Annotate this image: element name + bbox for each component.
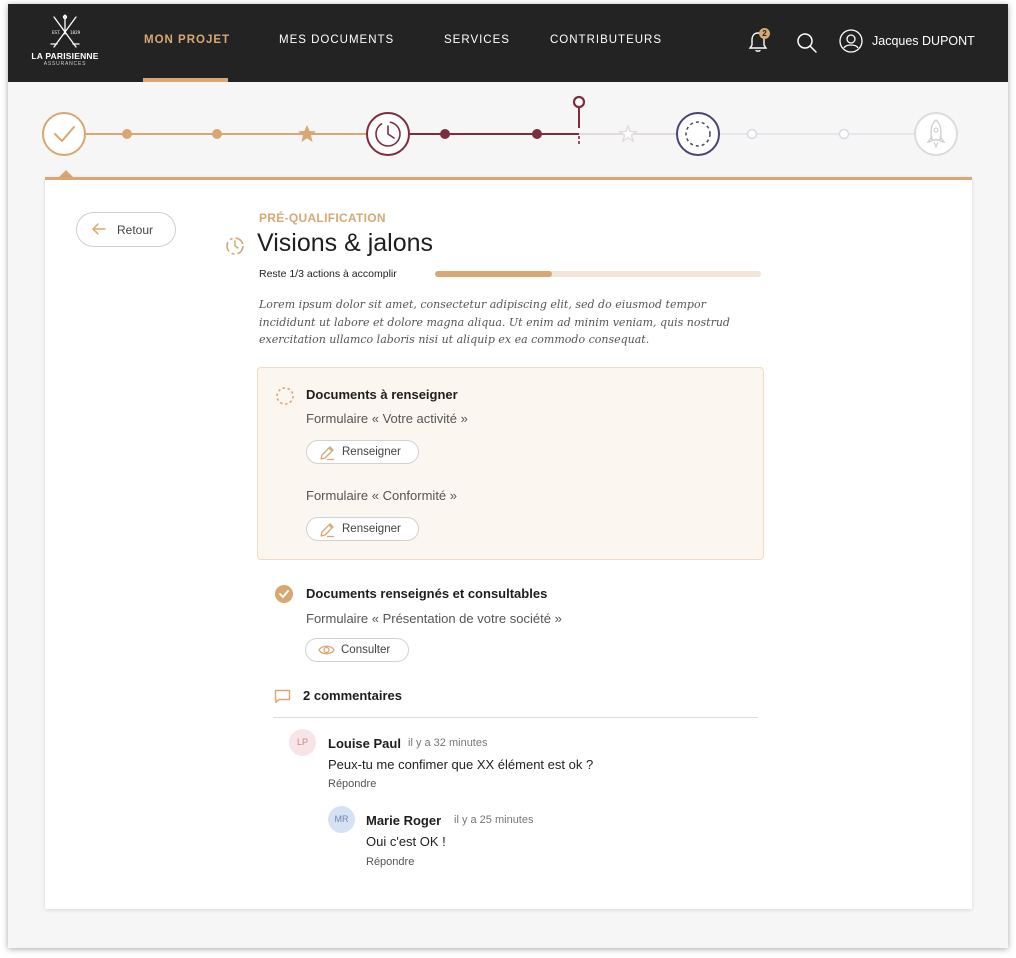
step-category: PRÉ-QUALIFICATION — [259, 211, 386, 225]
fill-form-button-label: Renseigner — [342, 523, 401, 535]
progress-bar-fill — [435, 271, 553, 277]
brand-logo[interactable]: EST. 1829 LA PARISIENNE ASSURANCES — [28, 14, 102, 72]
comments-divider — [273, 717, 758, 718]
comment-author: Marie Roger — [366, 813, 442, 828]
brand-name: LA PARISIENNE — [31, 51, 99, 61]
in-progress-icon — [226, 237, 244, 255]
user-menu-button[interactable] — [839, 29, 863, 53]
comment-author: Louise Paul — [328, 736, 401, 751]
pencil-icon — [320, 446, 334, 461]
form-name: Formulaire « Votre activité » — [306, 411, 468, 426]
step-dot[interactable] — [122, 129, 132, 139]
comment-text: Peux-tu me confimer que XX élément est o… — [328, 757, 594, 772]
step-dot[interactable] — [440, 129, 450, 139]
avatar: LP — [289, 729, 316, 756]
notification-count-badge: 2 — [759, 28, 770, 39]
project-stepper — [42, 95, 958, 156]
eye-icon — [318, 645, 335, 655]
form-name: Formulaire « Présentation de votre socié… — [306, 611, 562, 626]
notifications-button[interactable]: 2 — [748, 28, 772, 55]
back-button[interactable]: Retour — [76, 212, 176, 247]
comments-count: 2 commentaires — [303, 688, 402, 703]
nav-services[interactable]: SERVICES — [444, 34, 510, 46]
search-button[interactable] — [796, 32, 818, 54]
svg-text:EST.: EST. — [52, 30, 60, 35]
crossed-keys-logo-icon: EST. 1829 — [50, 14, 81, 48]
progress-bar — [435, 271, 761, 277]
comment-icon — [274, 689, 291, 704]
page-title: Visions & jalons — [257, 229, 434, 257]
progress-label: Reste 1/3 actions à accomplir — [259, 268, 397, 280]
brand-subtitle: ASSURANCES — [43, 61, 87, 67]
nav-mon-projet[interactable]: MON PROJET — [144, 34, 230, 46]
form-name: Formulaire « Conformité » — [306, 488, 457, 503]
step-description: Lorem ipsum dolor sit amet, consectetur … — [259, 298, 730, 346]
user-avatar-icon — [839, 29, 863, 53]
documents-to-fill-title: Documents à renseigner — [306, 387, 458, 402]
view-form-button[interactable]: Consulter — [305, 638, 409, 662]
step-dot[interactable] — [746, 128, 758, 140]
milestone-done[interactable] — [42, 112, 86, 156]
avatar: MR — [328, 806, 355, 833]
step-dot[interactable] — [212, 129, 222, 139]
view-form-button-label: Consulter — [341, 644, 391, 656]
star-icon[interactable] — [298, 125, 316, 142]
reply-link[interactable]: Répondre — [328, 778, 376, 790]
arrow-left-icon — [92, 223, 106, 235]
fill-form-button[interactable]: Renseigner — [306, 517, 419, 541]
top-navigation-bar: EST. 1829 LA PARISIENNE ASSURANCES MON P… — [8, 4, 1008, 82]
star-outline-icon[interactable] — [618, 124, 638, 143]
milestone-in-progress[interactable] — [366, 112, 410, 156]
search-icon — [797, 33, 817, 53]
comment-text: Oui c'est OK ! — [366, 834, 446, 849]
app-window: EST. 1829 LA PARISIENNE ASSURANCES MON P… — [8, 4, 1008, 948]
milestone-launch[interactable] — [914, 112, 958, 156]
dashed-circle-icon — [276, 387, 294, 405]
reply-link[interactable]: Répondre — [366, 856, 414, 868]
completed-documents-title: Documents renseignés et consultables — [306, 586, 548, 601]
check-circle-icon — [275, 585, 293, 603]
documents-to-fill-panel: Documents à renseigner Formulaire « Votr… — [257, 367, 764, 560]
comment-time: il y a 25 minutes — [454, 814, 534, 826]
location-pin-icon — [572, 95, 586, 146]
user-name[interactable]: Jacques DUPONT — [872, 34, 975, 48]
nav-mes-documents[interactable]: MES DOCUMENTS — [279, 34, 394, 46]
step-dot[interactable] — [838, 128, 850, 140]
milestone-upcoming[interactable] — [676, 112, 720, 156]
step-detail-card: Retour PRÉ-QUALIFICATION Visions & jalon… — [45, 177, 972, 909]
fill-form-button-label: Renseigner — [342, 446, 401, 458]
fill-form-button[interactable]: Renseigner — [306, 440, 419, 464]
svg-text:1829: 1829 — [70, 30, 81, 35]
pencil-icon — [320, 523, 334, 538]
step-dot[interactable] — [532, 129, 542, 139]
nav-contributeurs[interactable]: CONTRIBUTEURS — [550, 34, 662, 46]
back-button-label: Retour — [117, 223, 154, 237]
comment-time: il y a 32 minutes — [408, 737, 488, 749]
